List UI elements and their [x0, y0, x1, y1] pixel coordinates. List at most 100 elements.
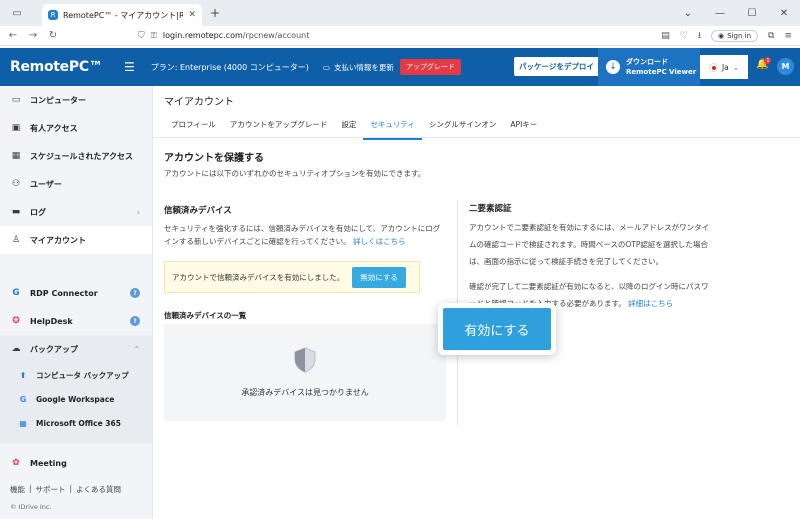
sidebar-item-label: Microsoft Office 365 [36, 418, 121, 428]
sidebar-item-label: HelpDesk [30, 316, 73, 326]
tfa-description: アカウントで二要素認証を有効にするには、メールアドレスがワンタイムの確認コードで… [469, 219, 715, 320]
close-window-icon[interactable]: ✕ [768, 8, 800, 19]
sidebar-item-label: ユーザー [30, 179, 62, 189]
tab-title: RemotePC™ - マイアカウント|R [63, 10, 184, 20]
url-host: login.remotepc.com [162, 31, 243, 40]
avatar[interactable]: M [777, 58, 794, 75]
sidebar-item-attended-access[interactable]: ▣ 有人アクセス [0, 114, 152, 142]
sidebar-item-label: コンピュータ バックアップ [36, 370, 129, 380]
help-icon[interactable]: ? [130, 288, 140, 298]
maximize-icon[interactable]: ☐ [736, 8, 768, 19]
minimize-icon[interactable]: — [704, 8, 736, 19]
tfa-title: 二要素認証 [469, 204, 512, 214]
separator: | [29, 484, 32, 493]
upgrade-button[interactable]: アップグレード [399, 59, 461, 75]
language-selector[interactable]: Ja ⌄ [700, 55, 748, 79]
url-text: login.remotepc.com/rpcnew/account [163, 31, 309, 40]
hamburger-menu-icon[interactable]: ☰ [124, 60, 135, 74]
reload-icon[interactable]: ↻ [48, 30, 58, 41]
backup-group: ☁ バックアップ ⌃ ⬆ コンピュータ バックアップ G Google Workspac… [0, 335, 152, 443]
notice-text: アカウントで信頼済みデバイスを有効にしました。 [172, 272, 345, 282]
downloads-icon[interactable]: ⭳ [698, 28, 701, 44]
sidebar-item-label: スケジュールされたアクセス [30, 151, 134, 161]
bookmark-icon[interactable]: ♡ [680, 31, 688, 41]
sidebar-item-label: RDP Connector [30, 288, 98, 298]
notification-bell-icon[interactable]: 🔔 1 [756, 57, 772, 70]
signin-label: Sign in [727, 31, 752, 40]
address-bar-actions: ▤ ♡ ⭳ ◉ Sign in ⧉ ≡ [661, 28, 792, 44]
download-icon: ↓ [606, 60, 620, 74]
sidebar-item-meeting[interactable]: ✿ Meeting [0, 449, 152, 477]
tab-history-icon[interactable]: ▭ [6, 4, 28, 22]
sidebar-item-label: バックアップ [30, 344, 78, 354]
download-line2: RemotePC Viewer [626, 68, 697, 76]
extensions-icon[interactable]: ⧉ [768, 31, 774, 41]
sidebar-subitem-office-365[interactable]: ▦ Microsoft Office 365 [0, 411, 152, 435]
sidebar-item-logs[interactable]: ▬ ログ › [0, 198, 152, 226]
sidebar-subitem-google-workspace[interactable]: G Google Workspace [0, 387, 152, 411]
details-link[interactable]: 詳細はこちら [628, 299, 673, 308]
forward-icon[interactable]: → [28, 30, 38, 41]
menu-icon[interactable]: ≡ [784, 31, 792, 41]
sidebar-item-my-account[interactable]: ♙ マイアカウント [0, 226, 152, 254]
sidebar-subitem-computer-backup[interactable]: ⬆ コンピュータ バックアップ [0, 363, 152, 387]
chevron-down-icon[interactable]: ⌄ [672, 8, 704, 19]
tfa-paragraph-2: 確認が完了して二要素認証が有効になると、以降のログイン時にパスワードと確認コード… [469, 278, 715, 312]
renew-billing-link[interactable]: ▭ 支払い情報を更新 [323, 62, 394, 73]
sidebar-item-scheduled-access[interactable]: ▦ スケジュールされたアクセス [0, 142, 152, 170]
tabs-divider [153, 137, 800, 138]
features-link[interactable]: 機能 [10, 484, 25, 495]
japan-flag-icon [708, 62, 718, 72]
main-content: マイアカウント プロフィール アカウントをアップグレード 設定 セキュリティ シ… [153, 86, 800, 519]
plan-text: プラン: Enterprise (4000 コンピューター) [150, 62, 309, 72]
notification-badge: 1 [764, 57, 772, 64]
section-description: アカウントには以下のいずれかのセキュリティオプションを有効にできます。 [164, 169, 426, 178]
help-icon[interactable]: ? [130, 316, 140, 326]
chevron-right-icon: › [136, 207, 140, 217]
chevron-down-icon: ⌄ [732, 62, 740, 72]
download-viewer-button[interactable]: ↓ ダウンロード RemotePC Viewer [598, 48, 700, 86]
url-path: /rpcnew/account [242, 31, 310, 40]
remotepc-logo[interactable]: RemotePC™ [0, 59, 103, 75]
new-tab-icon[interactable]: + [210, 6, 220, 20]
lock-icon[interactable]: ⚿ [151, 31, 157, 41]
separator: | [69, 484, 73, 493]
learn-more-link[interactable]: 詳しくはこちら [353, 237, 406, 246]
url-field[interactable]: ⛉ ⚿ login.remotepc.com/rpcnew/account [138, 31, 651, 41]
page-title: マイアカウント [164, 97, 234, 108]
close-tab-icon[interactable]: ✕ [188, 10, 196, 20]
download-line1: ダウンロード [626, 58, 668, 66]
trusted-devices-description: セキュリティを強化するには、信頼済みデバイスを有効にして、アカウントにログインす… [164, 222, 447, 248]
monitor-icon: ▭ [11, 95, 21, 105]
browser-tab-strip: ▭ R RemotePC™ - マイアカウント|R ✕ + ⌄ — ☐ ✕ [0, 0, 800, 26]
browser-tab[interactable]: R RemotePC™ - マイアカウント|R ✕ [42, 4, 202, 26]
meeting-icon: ✿ [12, 458, 20, 468]
signin-button[interactable]: ◉ Sign in [711, 29, 759, 42]
user-icon: ◉ [718, 31, 725, 40]
users-icon: ⚇ [11, 179, 21, 189]
trusted-devices-title: 信頼済みデバイス [164, 206, 232, 216]
window-controls: ⌄ — ☐ ✕ [672, 0, 800, 26]
sidebar-item-label: Meeting [30, 458, 67, 468]
rdp-icon: G [12, 288, 20, 298]
chevron-up-icon: ⌃ [133, 344, 140, 354]
sidebar-item-helpdesk[interactable]: ✪ HelpDesk? [0, 307, 152, 335]
office-icon: ▦ [19, 418, 27, 428]
deploy-package-button[interactable]: パッケージをデプロイ [514, 57, 599, 76]
trusted-devices-empty: 承認済みデバイスは見つかりません [164, 324, 446, 421]
faq-link[interactable]: よくある質問 [76, 484, 121, 495]
shield-icon [294, 347, 316, 373]
support-link[interactable]: サポート [36, 484, 66, 495]
sidebar-item-computers[interactable]: ▭ コンピューター [0, 86, 152, 114]
lifebuoy-icon: ✪ [12, 316, 20, 326]
sidebar-item-rdp-connector[interactable]: G RDP Connector? [0, 279, 152, 307]
sidebar-item-backup[interactable]: ☁ バックアップ ⌃ [0, 335, 152, 363]
back-icon[interactable]: ← [8, 30, 18, 41]
disable-button[interactable]: 無効にする [352, 266, 406, 288]
sidebar-item-users[interactable]: ⚇ ユーザー [0, 170, 152, 198]
app-header: RemotePC™ ☰ プラン: Enterprise (4000 コンピュータ… [0, 48, 800, 86]
enable-tfa-button[interactable]: 有効にする [443, 308, 551, 350]
person-icon: ♙ [11, 235, 21, 245]
reader-view-icon[interactable]: ▤ [661, 31, 670, 41]
shield-icon[interactable]: ⛉ [138, 31, 145, 41]
